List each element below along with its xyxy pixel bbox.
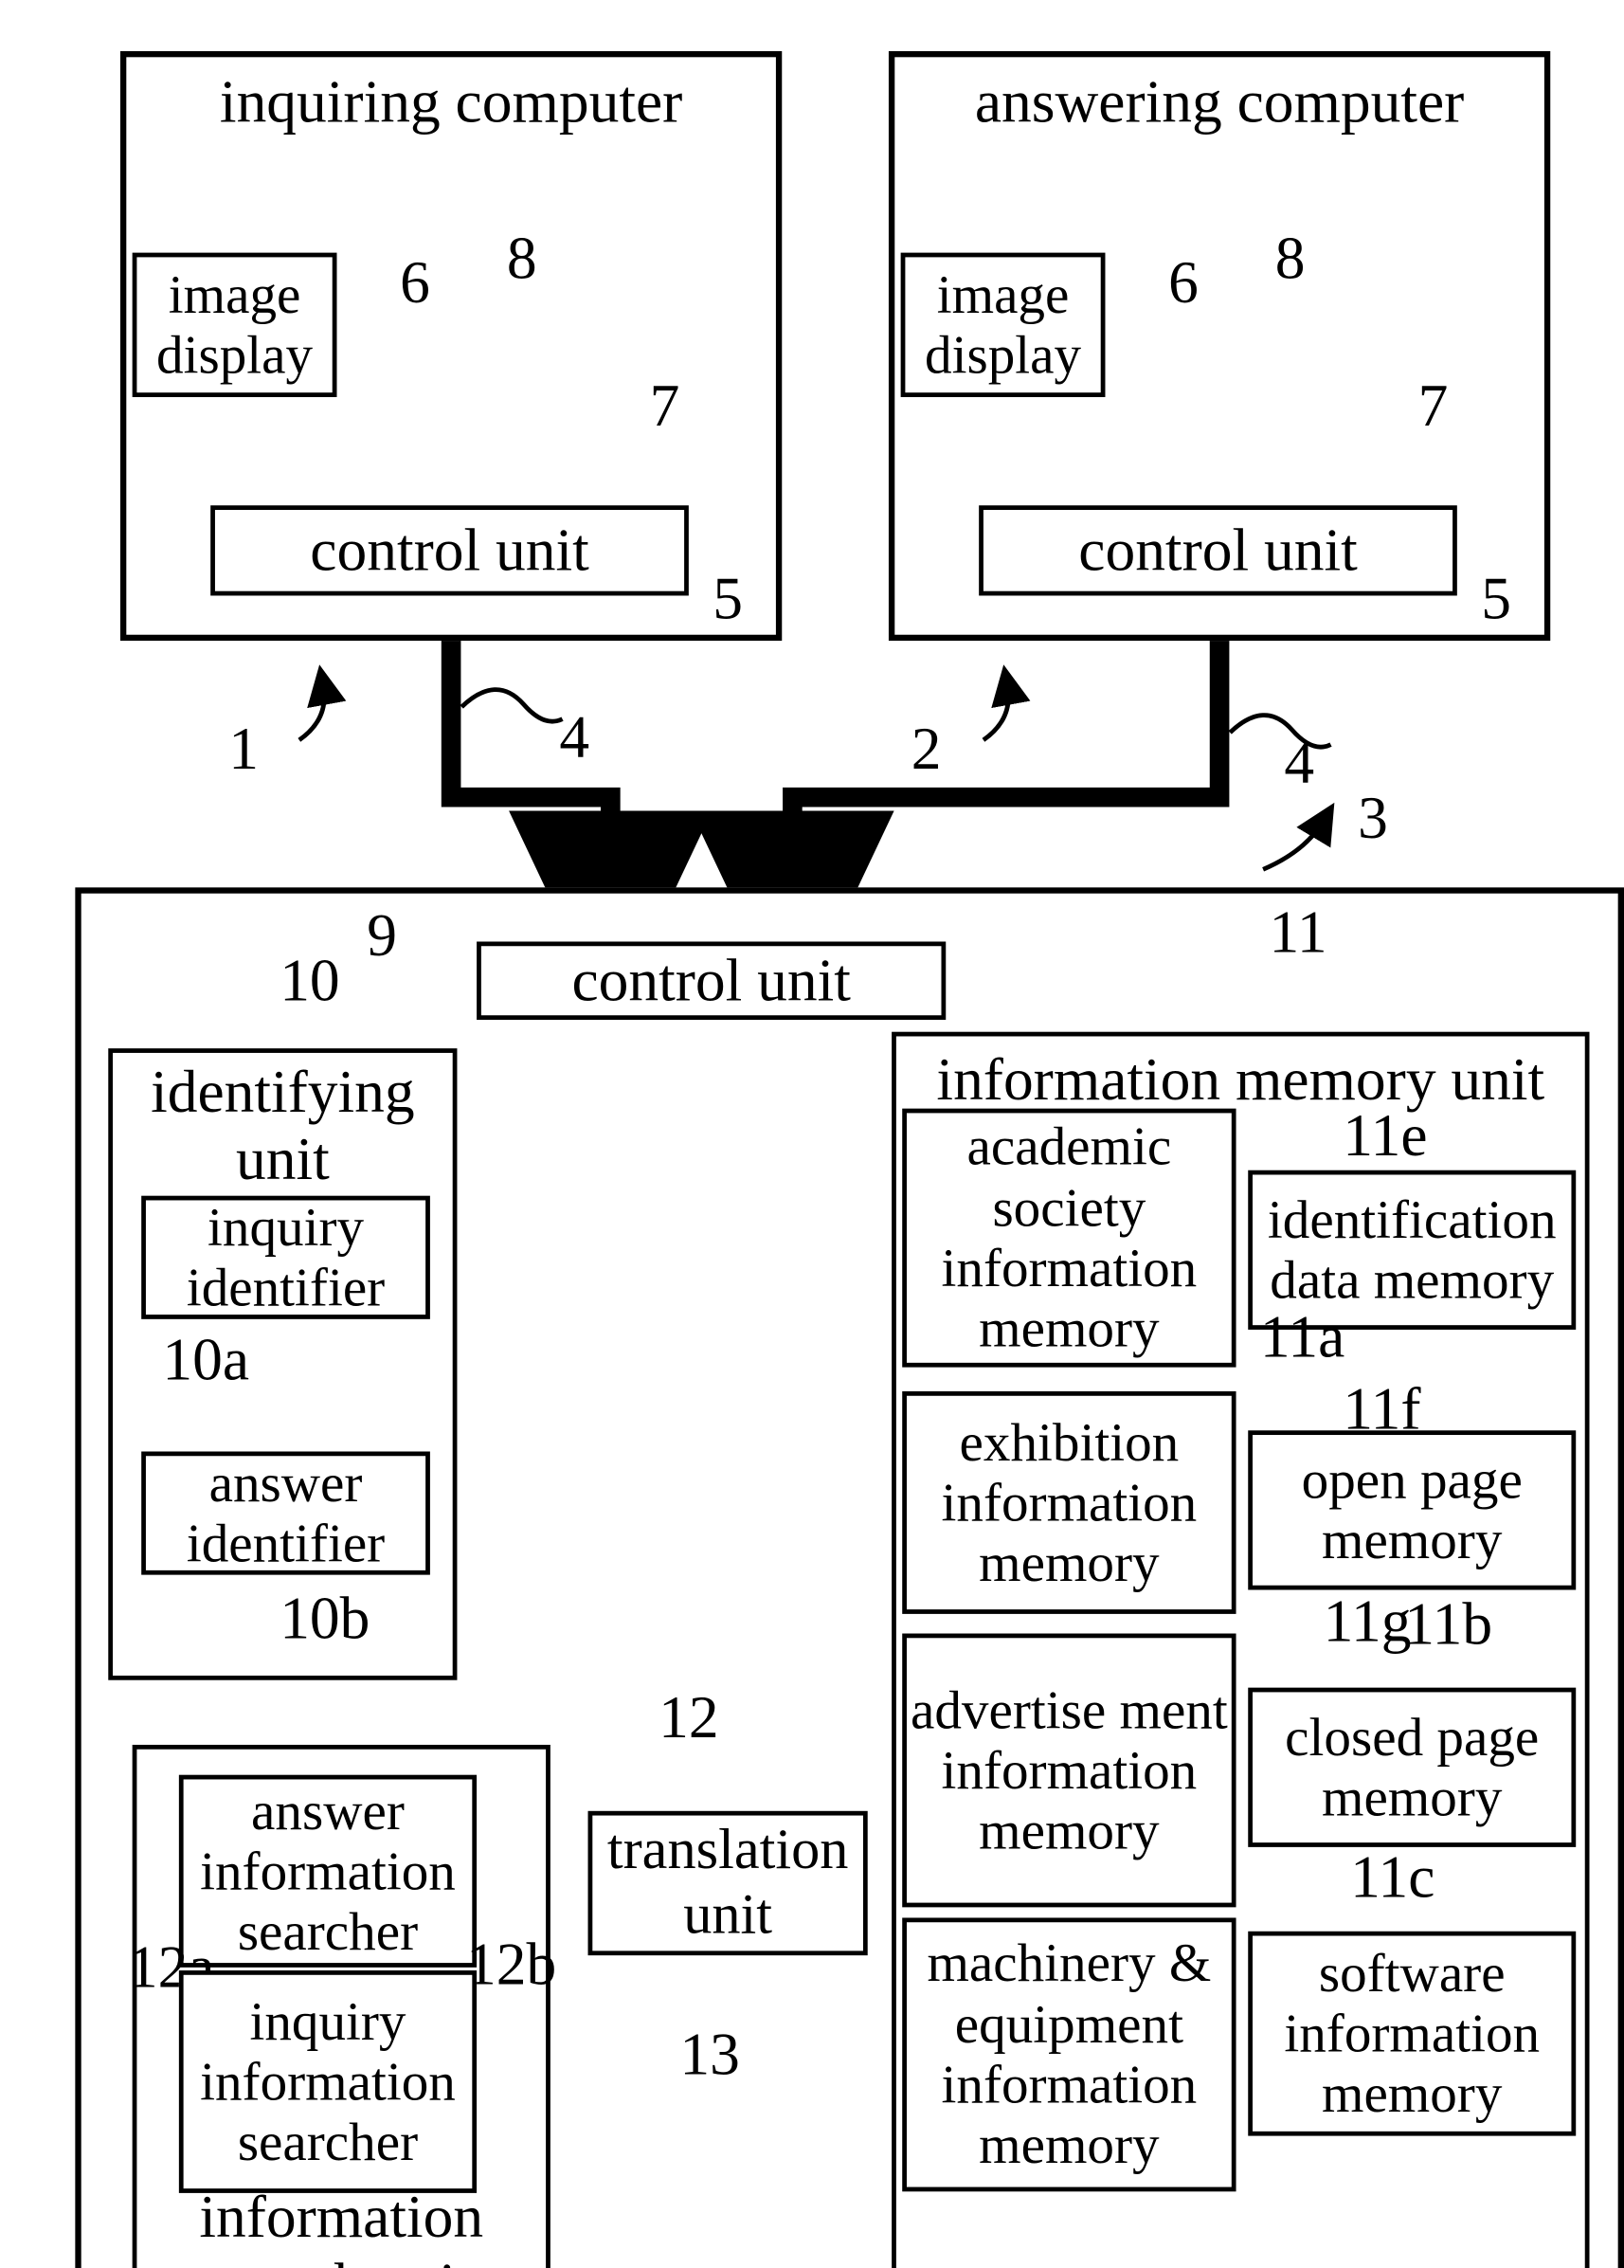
answer-information-searcher-label: answer information searcher bbox=[200, 1780, 456, 1962]
answering-control-unit-label: control unit bbox=[1078, 515, 1358, 584]
inquiring-image-display: image display bbox=[132, 252, 337, 397]
ref-10a: 10a bbox=[162, 1325, 250, 1393]
ref-6-right: 6 bbox=[1168, 247, 1199, 317]
academic-society-information-memory: academic society information memory bbox=[902, 1108, 1236, 1368]
answer-identifier: answer identifier bbox=[141, 1451, 430, 1575]
exhibition-information-memory-label: exhibition information memory bbox=[941, 1411, 1198, 1593]
ref-11: 11 bbox=[1269, 898, 1327, 966]
ref-6-left: 6 bbox=[400, 247, 430, 317]
closed-page-memory: closed page memory bbox=[1248, 1687, 1577, 1847]
inquiry-identifier: inquiry identifier bbox=[141, 1195, 430, 1319]
figure-canvas: inquiring computer image display 6 8 7 c… bbox=[0, 0, 1624, 2268]
ref-4-left: 4 bbox=[559, 702, 590, 771]
software-information-memory: software information memory bbox=[1248, 1931, 1577, 2136]
answer-identifier-label: answer identifier bbox=[186, 1452, 386, 1574]
ref-8-right: 8 bbox=[1274, 224, 1306, 292]
ref-5-right: 5 bbox=[1481, 564, 1511, 632]
identification-data-memory-label: identification data memory bbox=[1267, 1188, 1557, 1311]
information-search-unit-label: information search unit bbox=[199, 2182, 484, 2268]
ref-10: 10 bbox=[280, 946, 340, 1014]
ref-11e: 11e bbox=[1343, 1100, 1428, 1170]
inquiring-computer-title: inquiring computer bbox=[219, 67, 683, 136]
inquiring-image-display-label: image display bbox=[156, 263, 314, 386]
inquiring-control-unit-label: control unit bbox=[310, 515, 589, 584]
ref-3: 3 bbox=[1358, 783, 1388, 852]
machinery-equipment-information-memory-label: machinery & equipment information memory bbox=[927, 1932, 1212, 2176]
ref-12b: 12b bbox=[465, 1930, 557, 1998]
inquiring-control-unit: control unit bbox=[210, 505, 689, 596]
ref-11a: 11a bbox=[1259, 1302, 1345, 1370]
ref-4-right: 4 bbox=[1284, 728, 1315, 796]
ref-11c: 11c bbox=[1350, 1842, 1435, 1911]
ref-7-left: 7 bbox=[649, 371, 680, 440]
open-page-memory: open page memory bbox=[1248, 1430, 1577, 1590]
ref-7-right: 7 bbox=[1417, 371, 1449, 440]
ref-10b: 10b bbox=[280, 1584, 370, 1652]
machinery-equipment-information-memory: machinery & equipment information memory bbox=[902, 1917, 1236, 2192]
advertisement-information-memory-label: advertise ment information memory bbox=[911, 1678, 1228, 1861]
ref-12: 12 bbox=[659, 1682, 719, 1751]
ref-11b: 11b bbox=[1404, 1589, 1493, 1658]
answering-computer-title: answering computer bbox=[974, 67, 1465, 136]
host-control-unit: control unit bbox=[477, 941, 947, 1021]
advertisement-information-memory: advertise ment information memory bbox=[902, 1633, 1236, 1908]
information-memory-unit-label: information memory unit bbox=[936, 1044, 1545, 1114]
answering-control-unit: control unit bbox=[979, 505, 1457, 596]
answer-information-searcher: answer information searcher bbox=[178, 1774, 478, 1968]
ref-13: 13 bbox=[679, 2020, 740, 2088]
translation-unit-label: translation unit bbox=[606, 1819, 849, 1947]
translation-unit: translation unit bbox=[587, 1810, 868, 1956]
ref-11g: 11g bbox=[1323, 1587, 1412, 1655]
inquiry-information-searcher-label: inquiry information searcher bbox=[200, 1990, 456, 2172]
host-control-unit-label: control unit bbox=[571, 945, 851, 1014]
exhibition-information-memory: exhibition information memory bbox=[902, 1391, 1236, 1614]
software-information-memory-label: software information memory bbox=[1284, 1942, 1541, 2125]
inquiry-identifier-label: inquiry identifier bbox=[186, 1196, 386, 1318]
ref-8-left: 8 bbox=[506, 224, 537, 292]
academic-society-information-memory-label: academic society information memory bbox=[941, 1116, 1198, 1359]
answering-image-display-label: image display bbox=[925, 263, 1082, 386]
ref-1: 1 bbox=[228, 714, 259, 783]
ref-9: 9 bbox=[367, 900, 397, 970]
ref-2: 2 bbox=[911, 714, 942, 783]
ref-5-left: 5 bbox=[713, 564, 743, 632]
answering-image-display: image display bbox=[900, 252, 1106, 397]
closed-page-memory-label: closed page memory bbox=[1285, 1706, 1540, 1828]
open-page-memory-label: open page memory bbox=[1301, 1449, 1523, 1570]
identifying-unit-label: identifying unit bbox=[151, 1057, 415, 1193]
inquiry-information-searcher: inquiry information searcher bbox=[178, 1970, 478, 2193]
